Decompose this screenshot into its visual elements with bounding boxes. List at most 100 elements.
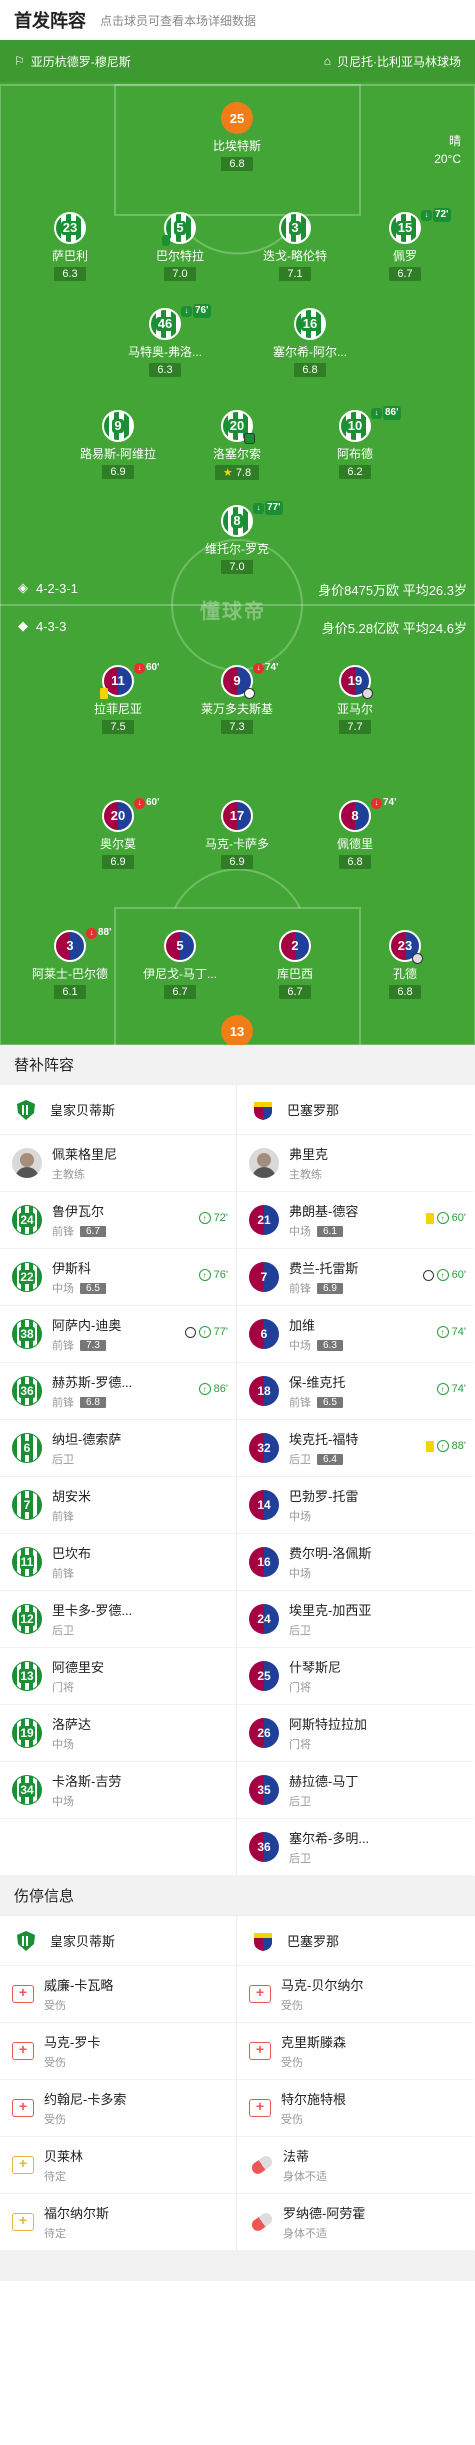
sub-in-minute: 86' xyxy=(213,1383,228,1395)
injury-status: 身体不适 xyxy=(283,2228,327,2240)
away-player[interactable]: 20 ↓ 60' 奥尔莫 6.9 xyxy=(68,797,168,870)
home-player[interactable]: 15 ↓ 72' 佩罗 6.7 xyxy=(355,208,455,282)
shirt-number: 9 xyxy=(233,673,241,688)
sub-player-row[interactable]: 24 埃里克-加西亚 后卫 xyxy=(237,1591,474,1648)
injury-row[interactable]: 福尔纳尔斯待定 xyxy=(0,2194,236,2251)
sub-minute: 60' xyxy=(146,662,160,673)
sub-player-row[interactable]: 13 阿德里安 门将 xyxy=(0,1648,236,1705)
sub-player-row[interactable]: 18 保-维克托 前锋 6.5 ↑ 74' xyxy=(237,1363,474,1420)
sub-out-icon: ↓ xyxy=(253,662,264,674)
home-player[interactable]: 3 迭戈-略伦特 7.1 xyxy=(245,212,345,282)
away-player[interactable]: 8 ↓ 74' 佩德里 6.8 xyxy=(305,797,405,870)
shirt-number: 36 xyxy=(257,1840,271,1854)
away-player[interactable]: 11 ↓ 60' 拉菲尼亚 7.5 xyxy=(68,662,168,735)
home-player[interactable]: 5 巴尔特拉 7.0 xyxy=(130,212,230,282)
pitch: ⚐ 亚历杭德罗-穆尼斯 ⌂ 贝尼托·比利亚马林球场 晴 20°C 懂球帝 ◈ 4-2-… xyxy=(0,40,475,1045)
away-player[interactable]: 17 马克-卡萨多 6.9 xyxy=(187,800,287,870)
sub-minute: 88' xyxy=(98,927,112,938)
sub-player-row[interactable]: 25 什琴斯尼 门将 xyxy=(237,1648,474,1705)
home-coach-row[interactable]: 佩莱格里尼 主教练 xyxy=(0,1135,236,1192)
away-player[interactable]: 13伊尼亚基-佩...6.8 xyxy=(187,1015,287,1045)
player-name: 迭戈-略伦特 xyxy=(263,249,327,263)
sub-player-row[interactable]: 16 费尔明-洛佩斯 中场 xyxy=(237,1534,474,1591)
home-team-logo-icon: ◈ xyxy=(18,580,28,595)
player-name: 路易斯-阿维拉 xyxy=(80,447,156,461)
sub-player-row[interactable]: 26 阿斯特拉拉加 门将 xyxy=(237,1705,474,1762)
home-player[interactable]: 16 塞尔希-阿尔... 6.8 xyxy=(260,308,360,378)
sub-player-row[interactable]: 34 卡洛斯-吉劳 中场 xyxy=(0,1762,236,1819)
away-player[interactable]: 3 ↓ 88' 阿莱士-巴尔德 6.1 xyxy=(20,927,120,1000)
sub-player-position: 前锋 xyxy=(52,1340,74,1352)
sub-player-position: 中场 xyxy=(52,1796,74,1808)
sub-player-row[interactable]: 38 阿萨内-迪奥 前锋 7.3 ↑ 77' xyxy=(0,1306,236,1363)
away-player[interactable]: 5 伊尼戈-马丁... 6.7 xyxy=(130,930,230,1000)
sub-in-icon: ↑ xyxy=(436,1383,449,1395)
sub-player-row[interactable]: 6 纳坦-德索萨 后卫 xyxy=(0,1420,236,1477)
shirt-number: 20 xyxy=(227,418,247,433)
sub-player-row[interactable]: 7 胡安米 前锋 xyxy=(0,1477,236,1534)
temperature: 20°C xyxy=(434,152,461,166)
injury-row[interactable]: 罗纳德-阿劳霍 身体不适 xyxy=(237,2194,474,2251)
shirt-number: 16 xyxy=(300,316,320,331)
home-player[interactable]: 10 ↓ 86' 阿布德 6.2 xyxy=(305,406,405,480)
away-player[interactable]: 23 孔德 6.8 xyxy=(355,930,455,1000)
away-player[interactable]: 9 ↓ 74' 莱万多夫斯基 7.3 xyxy=(187,662,287,735)
injured-player-name: 法蒂 xyxy=(283,2149,310,2164)
sub-player-row[interactable]: 14 巴勃罗-托雷 中场 xyxy=(237,1477,474,1534)
sub-in-minute: 88' xyxy=(451,1440,466,1452)
sub-player-rating: 6.4 xyxy=(317,1453,343,1465)
sub-minute: 60' xyxy=(146,797,160,808)
sub-player-row[interactable]: 7 费兰-托雷斯 前锋 6.9 ↑ 60' xyxy=(237,1249,474,1306)
sub-player-row[interactable]: 24 鲁伊瓦尔 前锋 6.7 ↑ 72' xyxy=(0,1192,236,1249)
sub-player-row[interactable]: 36 塞尔希-多明... 后卫 xyxy=(237,1819,474,1876)
home-player[interactable]: 20 洛塞尔索 ★ 7.8 xyxy=(187,410,287,481)
sub-player-position: 门将 xyxy=(289,1682,311,1694)
injury-row[interactable]: 法蒂 身体不适 xyxy=(237,2137,474,2194)
rating-value: 6.3 xyxy=(62,268,78,280)
sub-player-name: 塞尔希-多明... xyxy=(289,1831,370,1846)
player-rating: 6.9 xyxy=(102,465,134,479)
shirt-number-badge: 24 xyxy=(249,1604,279,1634)
sub-player-row[interactable]: 22 伊斯科 中场 6.5 ↑ 76' xyxy=(0,1249,236,1306)
injury-row[interactable]: 约翰尼-卡多索受伤 xyxy=(0,2080,236,2137)
away-player[interactable]: 19 亚马尔 7.7 xyxy=(305,665,405,735)
home-player[interactable]: 46 ↓ 76' 马特奥-弗洛... 6.3 xyxy=(115,304,215,378)
sub-out-icon: ↓ xyxy=(421,209,432,221)
shirt-number: 24 xyxy=(19,1213,35,1227)
home-player[interactable]: 9 路易斯-阿维拉 6.9 xyxy=(68,410,168,480)
sub-player-name: 保-维克托 xyxy=(289,1375,346,1390)
sub-player-position: 门将 xyxy=(52,1682,74,1694)
injury-row[interactable]: 马克-贝尔纳尔受伤 xyxy=(237,1966,474,2023)
injury-row[interactable]: 贝莱林待定 xyxy=(0,2137,236,2194)
sub-player-row[interactable]: 12 里卡多-罗德... 后卫 xyxy=(0,1591,236,1648)
sub-in-event: ↑ 88' xyxy=(425,1440,466,1452)
shirt-number-badge: 19 xyxy=(12,1718,42,1748)
injury-row[interactable]: 威廉-卡瓦略受伤 xyxy=(0,1966,236,2023)
player-name: 马克-卡萨多 xyxy=(205,837,269,851)
barcelona-logo-icon xyxy=(254,1932,272,1951)
away-coach-row[interactable]: 弗里克 主教练 xyxy=(237,1135,474,1192)
sub-player-row[interactable]: 11 巴坎布 前锋 xyxy=(0,1534,236,1591)
sub-player-row[interactable]: 6 加维 中场 6.3 ↑ 74' xyxy=(237,1306,474,1363)
injury-row[interactable]: 克里斯滕森受伤 xyxy=(237,2023,474,2080)
away-subs-column: 巴塞罗那 弗里克 主教练 21 弗朗基-德容 中场 6.1 ↑ 60' 7 费兰-托雷斯 前锋 6.… xyxy=(237,1085,474,1876)
sub-player-name: 里卡多-罗德... xyxy=(52,1603,133,1618)
sub-out-icon: ↓ xyxy=(253,502,264,514)
sub-player-row[interactable]: 36 赫苏斯-罗德... 前锋 6.8 ↑ 86' xyxy=(0,1363,236,1420)
injury-row[interactable]: 马克-罗卡受伤 xyxy=(0,2023,236,2080)
home-player[interactable]: 8 ↓ 77' 维托尔-罗克 7.0 xyxy=(187,501,287,575)
sub-player-rating: 6.3 xyxy=(317,1339,343,1351)
sub-player-row[interactable]: 19 洛萨达 中场 xyxy=(0,1705,236,1762)
shirt-number: 35 xyxy=(257,1783,271,1797)
sub-in-minute: 60' xyxy=(451,1269,466,1281)
sub-player-row[interactable]: 32 埃克托-福特 后卫 6.4 ↑ 88' xyxy=(237,1420,474,1477)
sub-player-row[interactable]: 35 赫拉德-马丁 后卫 xyxy=(237,1762,474,1819)
home-player[interactable]: 25 比埃特斯 6.8 xyxy=(187,102,287,172)
injury-row[interactable]: 特尔施特根受伤 xyxy=(237,2080,474,2137)
away-coach-name: 弗里克 xyxy=(289,1147,329,1162)
sub-player-name: 鲁伊瓦尔 xyxy=(52,1204,105,1219)
player-rating: 6.2 xyxy=(339,465,371,479)
home-player[interactable]: 23 萨巴利 6.3 xyxy=(20,212,120,282)
away-player[interactable]: 2 库巴西 6.7 xyxy=(245,930,345,1000)
sub-player-row[interactable]: 21 弗朗基-德容 中场 6.1 ↑ 60' xyxy=(237,1192,474,1249)
